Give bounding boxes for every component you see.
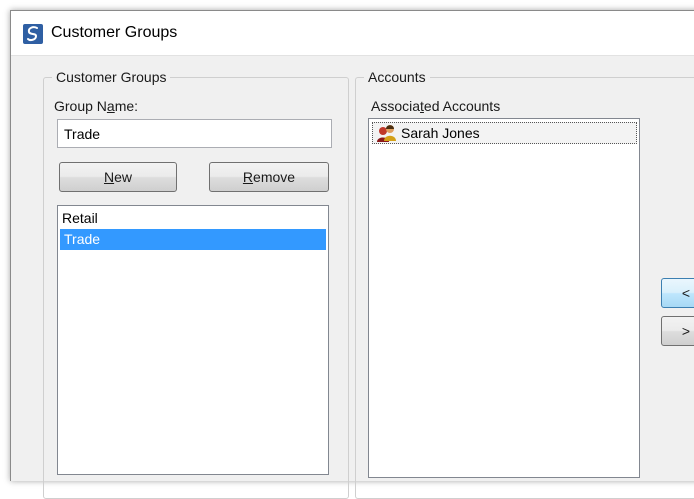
associated-accounts-label: Associated Accounts: [371, 98, 501, 114]
dialog-body: Customer Groups Group Name: New Remove R…: [11, 56, 694, 499]
groups-list[interactable]: Retail Trade: [57, 205, 329, 475]
account-item-label: Sarah Jones: [401, 125, 480, 141]
customer-groups-legend: Customer Groups: [52, 69, 171, 85]
group-name-label: Group Name:: [54, 98, 139, 114]
app-logo-icon: [23, 24, 43, 44]
title-bar[interactable]: Customer Groups: [11, 11, 694, 56]
window-title: Customer Groups: [51, 24, 178, 41]
group-list-item-retail[interactable]: Retail: [58, 208, 328, 229]
accounts-legend: Accounts: [364, 69, 430, 85]
customer-groups-window: Customer Groups Customer Groups Group Na…: [10, 10, 694, 499]
account-item-sarah-jones[interactable]: Sarah Jones: [372, 122, 637, 144]
new-button[interactable]: New: [59, 162, 177, 192]
user-group-icon: [375, 123, 401, 143]
group-name-input[interactable]: [57, 119, 332, 148]
remove-button[interactable]: Remove: [209, 162, 329, 192]
associated-accounts-list[interactable]: Sarah Jones: [368, 118, 640, 478]
move-left-button[interactable]: <: [661, 278, 694, 308]
group-list-item-trade[interactable]: Trade: [60, 229, 326, 250]
move-right-button[interactable]: >: [661, 316, 694, 346]
